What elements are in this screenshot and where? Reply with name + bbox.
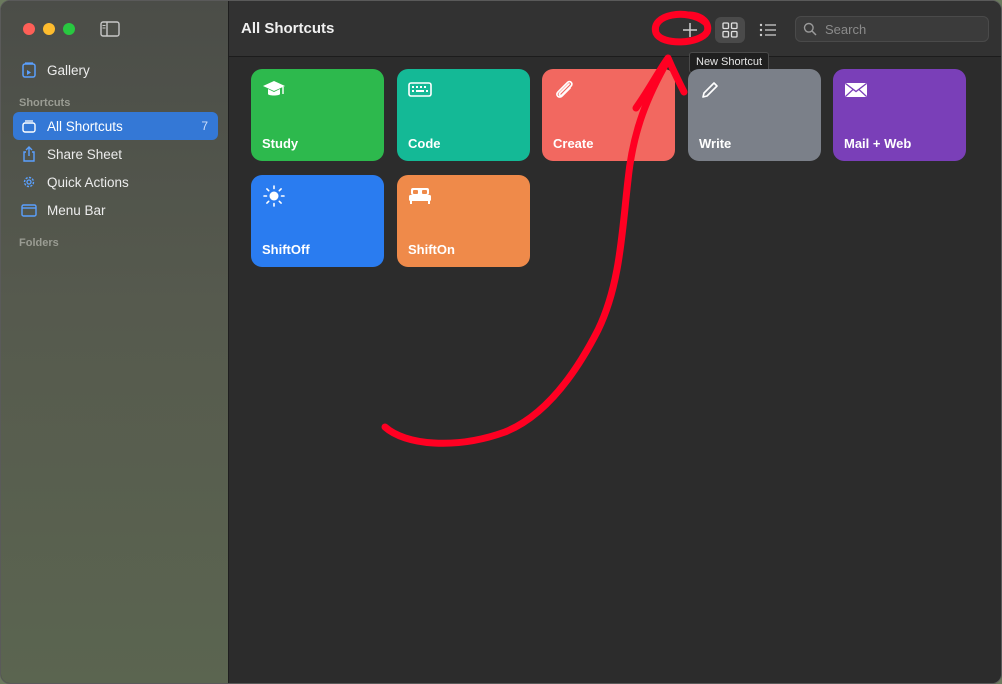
shortcut-tile-write[interactable]: Write: [688, 69, 821, 161]
menu-bar-icon: [21, 202, 37, 218]
page-title: All Shortcuts: [241, 20, 335, 37]
sidebar-item-all-shortcuts[interactable]: All Shortcuts 7: [13, 112, 218, 140]
tile-label: Write: [699, 136, 732, 151]
search-icon: [803, 22, 817, 36]
gear-icon: [21, 174, 37, 190]
shortcut-tile-mail-web[interactable]: Mail + Web: [833, 69, 966, 161]
sidebar-item-menu-bar[interactable]: Menu Bar: [13, 196, 218, 224]
plus-icon: [683, 23, 697, 37]
paperclip-icon: [556, 80, 573, 98]
tile-label: Code: [408, 136, 441, 151]
close-button[interactable]: [23, 23, 35, 35]
share-icon: [21, 146, 37, 162]
sidebar-toggle-icon[interactable]: [100, 21, 120, 37]
tile-label: Mail + Web: [844, 136, 912, 151]
sidebar: Gallery Shortcuts All Shortcuts 7 Share …: [1, 1, 229, 683]
shortcut-tile-code[interactable]: Code: [397, 69, 530, 161]
main-content: All Shortcuts New Shortcut Study Code: [229, 1, 1001, 683]
bed-icon: [409, 188, 431, 204]
window-controls: [23, 23, 75, 35]
tile-label: ShiftOn: [408, 242, 455, 257]
grid-view-button[interactable]: [715, 17, 745, 43]
shortcut-tile-shifton[interactable]: ShiftOn: [397, 175, 530, 267]
shortcut-tile-shiftoff[interactable]: ShiftOff: [251, 175, 384, 267]
sidebar-item-label: All Shortcuts: [47, 118, 123, 134]
section-shortcuts: Shortcuts: [19, 97, 71, 109]
list-icon: [759, 23, 776, 37]
pencil-icon: [702, 82, 718, 98]
sidebar-item-label: Menu Bar: [47, 202, 106, 218]
sidebar-item-label: Share Sheet: [47, 146, 123, 162]
sidebar-item-label: Gallery: [47, 62, 90, 78]
new-shortcut-button[interactable]: [675, 17, 705, 43]
envelope-icon: [845, 82, 867, 97]
sidebar-item-gallery[interactable]: Gallery: [13, 56, 218, 84]
tile-label: ShiftOff: [262, 242, 310, 257]
sidebar-item-share-sheet[interactable]: Share Sheet: [13, 140, 218, 168]
search-field[interactable]: [795, 16, 989, 42]
sidebar-item-label: Quick Actions: [47, 174, 129, 190]
tile-label: Study: [262, 136, 299, 151]
grid-icon: [722, 22, 738, 38]
stack-icon: [21, 118, 37, 134]
shortcuts-window: Gallery Shortcuts All Shortcuts 7 Share …: [0, 0, 1002, 684]
section-folders: Folders: [19, 237, 59, 249]
shortcut-tile-create[interactable]: Create: [542, 69, 675, 161]
shortcut-count: 7: [201, 119, 208, 133]
sun-icon: [263, 185, 285, 207]
zoom-button[interactable]: [63, 23, 75, 35]
minimize-button[interactable]: [43, 23, 55, 35]
gallery-icon: [21, 62, 37, 78]
toolbar: All Shortcuts: [229, 1, 1001, 57]
list-view-button[interactable]: [753, 17, 783, 43]
sidebar-item-quick-actions[interactable]: Quick Actions: [13, 168, 218, 196]
shortcut-tile-study[interactable]: Study: [251, 69, 384, 161]
graduation-cap-icon: [263, 81, 285, 96]
search-input[interactable]: [823, 20, 977, 38]
tile-label: Create: [553, 136, 594, 151]
keyboard-icon: [408, 82, 432, 97]
